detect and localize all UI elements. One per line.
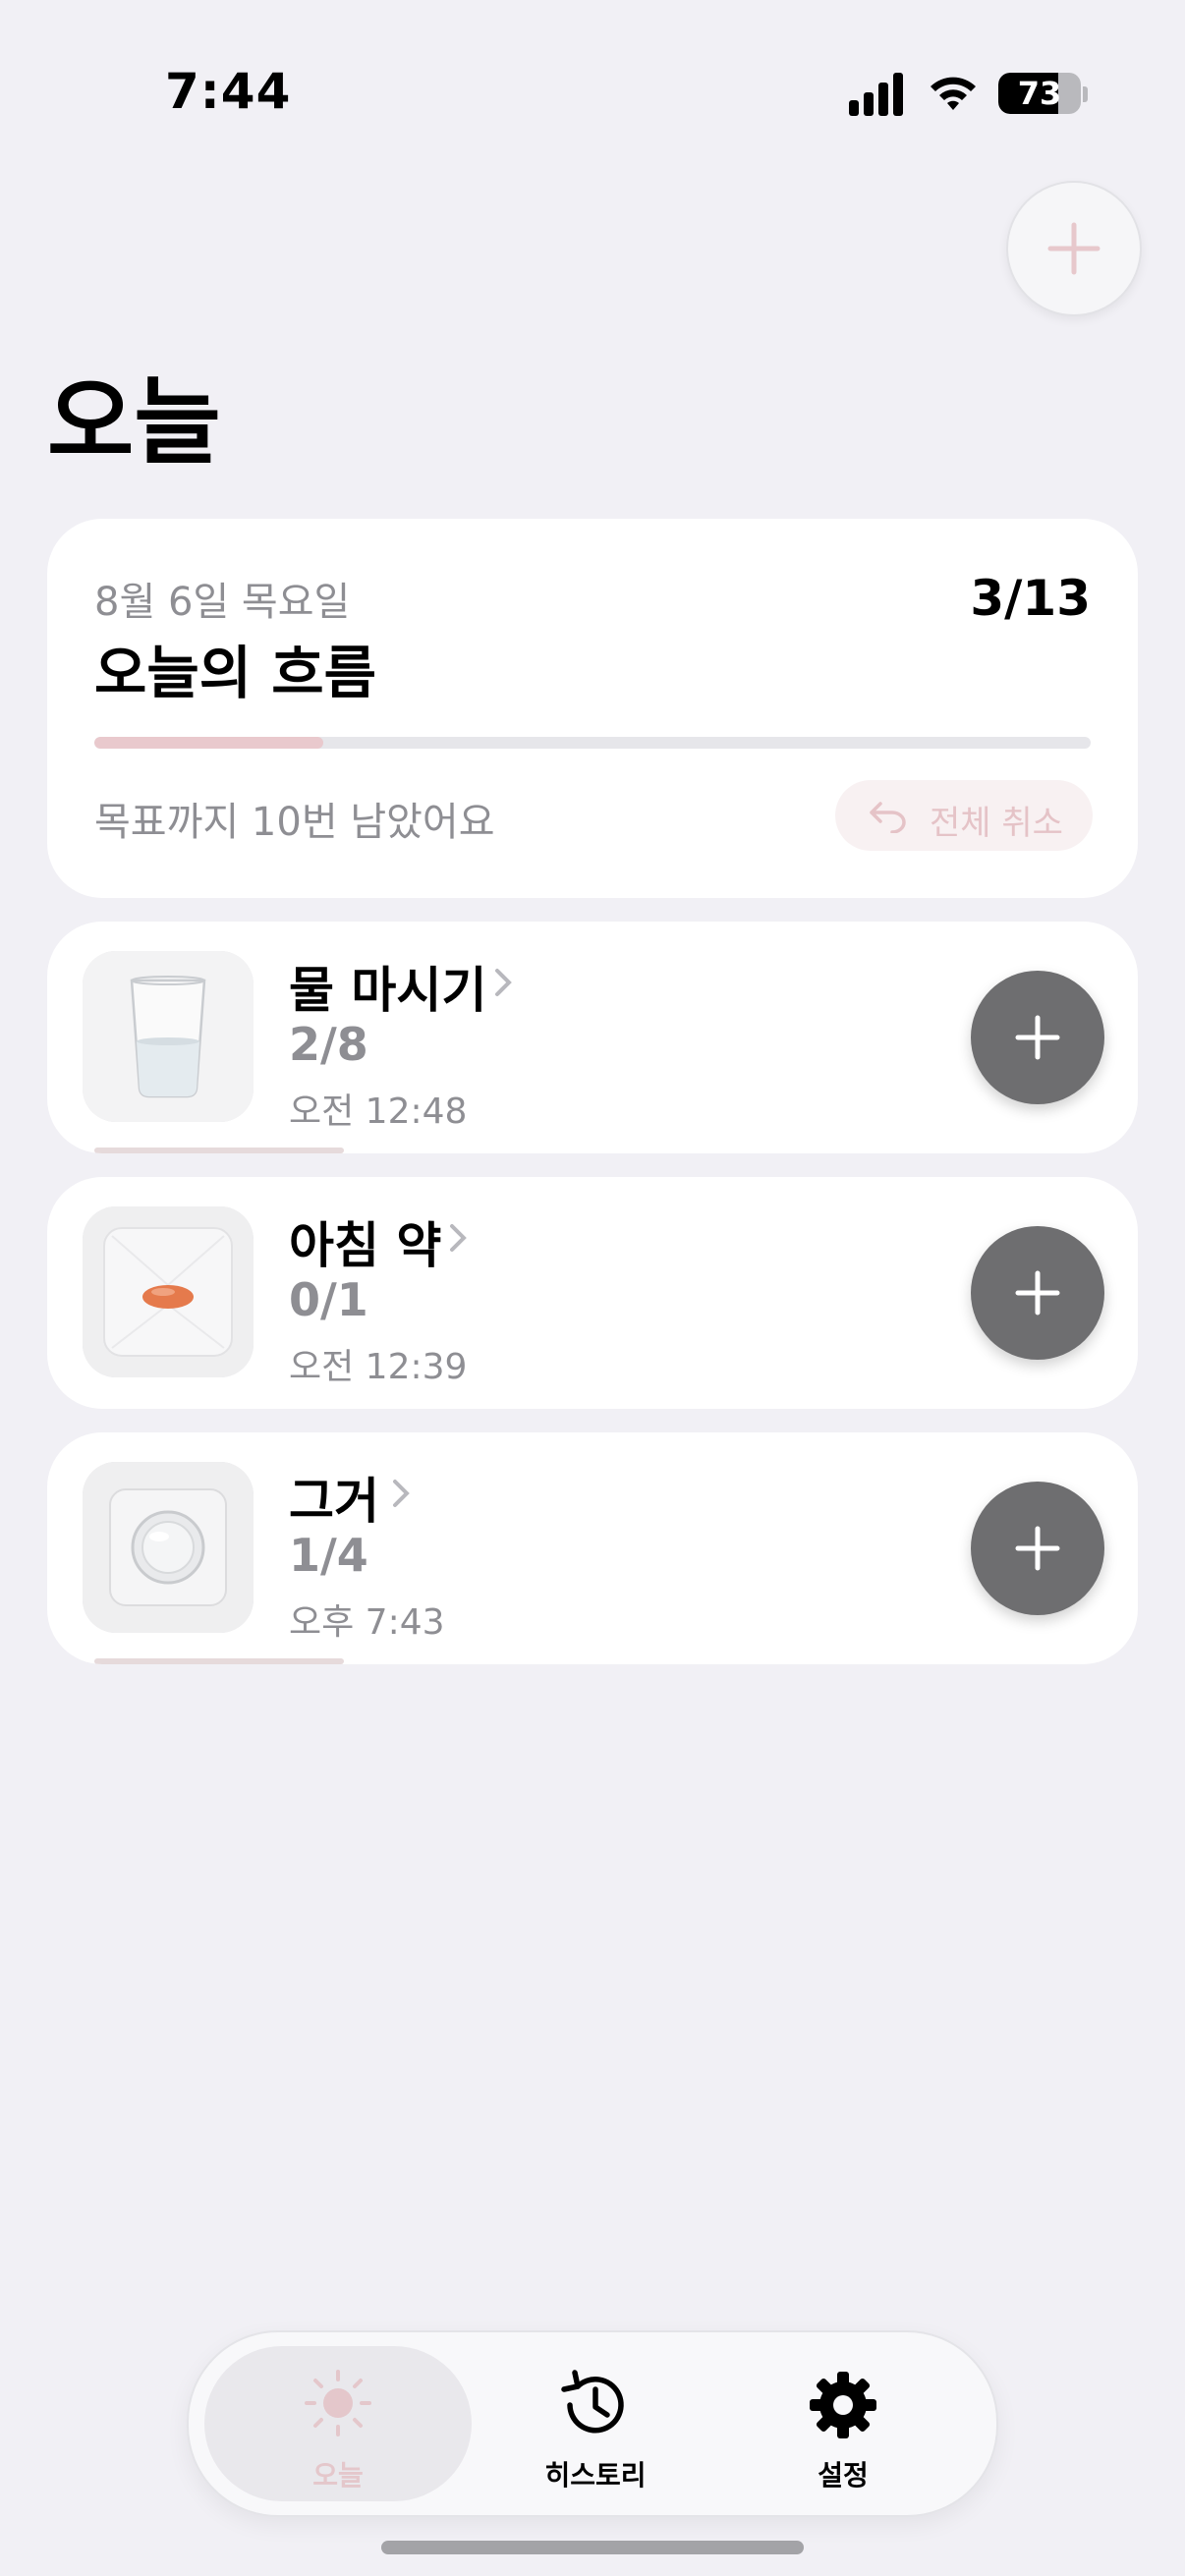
item-name: 물 마시기: [289, 962, 487, 1019]
item-progress-bar: [94, 1658, 344, 1664]
chevron-right-icon: [495, 969, 512, 996]
plus-icon: [1015, 1015, 1060, 1060]
plus-icon: [1047, 222, 1100, 275]
item-time: 오전 12:48: [289, 1092, 468, 1132]
page-title: 오늘: [47, 367, 221, 477]
summary-progress-bar: [94, 737, 1091, 749]
tab-today[interactable]: 오늘: [204, 2332, 472, 2515]
summary-title: 오늘의 흐름: [94, 640, 376, 706]
undo-all-label: 전체 취소: [930, 804, 1063, 843]
orange-pill-thumbnail: [83, 1206, 254, 1377]
undo-all-button[interactable]: 전체 취소: [835, 780, 1093, 851]
chevron-right-icon: [393, 1480, 410, 1507]
item-count: 1/4: [289, 1529, 368, 1582]
tab-settings[interactable]: 설정: [719, 2332, 967, 2515]
summary-date: 8월 6일 목요일: [94, 580, 351, 625]
list-item[interactable]: 아침 약 0/1 오전 12:39: [47, 1177, 1138, 1409]
summary-progress-fill: [94, 737, 324, 749]
cellular-signal-icon: [849, 73, 903, 116]
summary-count: 3/13: [970, 570, 1091, 627]
tab-bar: 오늘 히스토리 설정: [187, 2330, 998, 2517]
wifi-icon: [931, 77, 976, 110]
summary-remaining-text: 목표까지 10번 남았어요: [94, 800, 495, 845]
plus-icon: [1015, 1270, 1060, 1316]
chevron-right-icon: [450, 1224, 467, 1252]
history-icon: [561, 2370, 624, 2434]
battery-indicator: 73: [998, 73, 1081, 114]
item-count: 2/8: [289, 1018, 368, 1071]
increment-button[interactable]: [971, 1482, 1104, 1615]
increment-button[interactable]: [971, 1226, 1104, 1360]
list-item[interactable]: 그거 1/4 오후 7:43: [47, 1432, 1138, 1664]
item-time: 오후 7:43: [289, 1602, 445, 1643]
water-glass-thumbnail: [83, 951, 254, 1122]
increment-button[interactable]: [971, 971, 1104, 1104]
tab-settings-label: 설정: [818, 2459, 869, 2492]
blister-pill-thumbnail: [83, 1462, 254, 1633]
item-name: 아침 약: [289, 1217, 442, 1274]
gear-icon: [810, 2372, 876, 2438]
home-indicator: [381, 2541, 804, 2554]
plus-icon: [1015, 1526, 1060, 1571]
item-name: 그거: [289, 1473, 379, 1530]
battery-nub: [1083, 86, 1088, 102]
status-time: 7:44: [165, 63, 292, 120]
list-item[interactable]: 물 마시기 2/8 오전 12:48: [47, 922, 1138, 1153]
battery-level: 73: [1017, 75, 1062, 112]
tab-history-label: 히스토리: [544, 2459, 647, 2492]
undo-icon: [870, 802, 906, 833]
sun-icon: [305, 2370, 371, 2436]
tab-today-label: 오늘: [312, 2459, 364, 2492]
item-time: 오전 12:39: [289, 1347, 468, 1387]
add-item-button[interactable]: [1006, 181, 1142, 316]
item-count: 0/1: [289, 1273, 368, 1326]
item-progress-bar: [94, 1148, 344, 1153]
tab-history[interactable]: 히스토리: [472, 2332, 719, 2515]
summary-card: 8월 6일 목요일 3/13 오늘의 흐름 목표까지 10번 남았어요 전체 취…: [47, 519, 1138, 898]
